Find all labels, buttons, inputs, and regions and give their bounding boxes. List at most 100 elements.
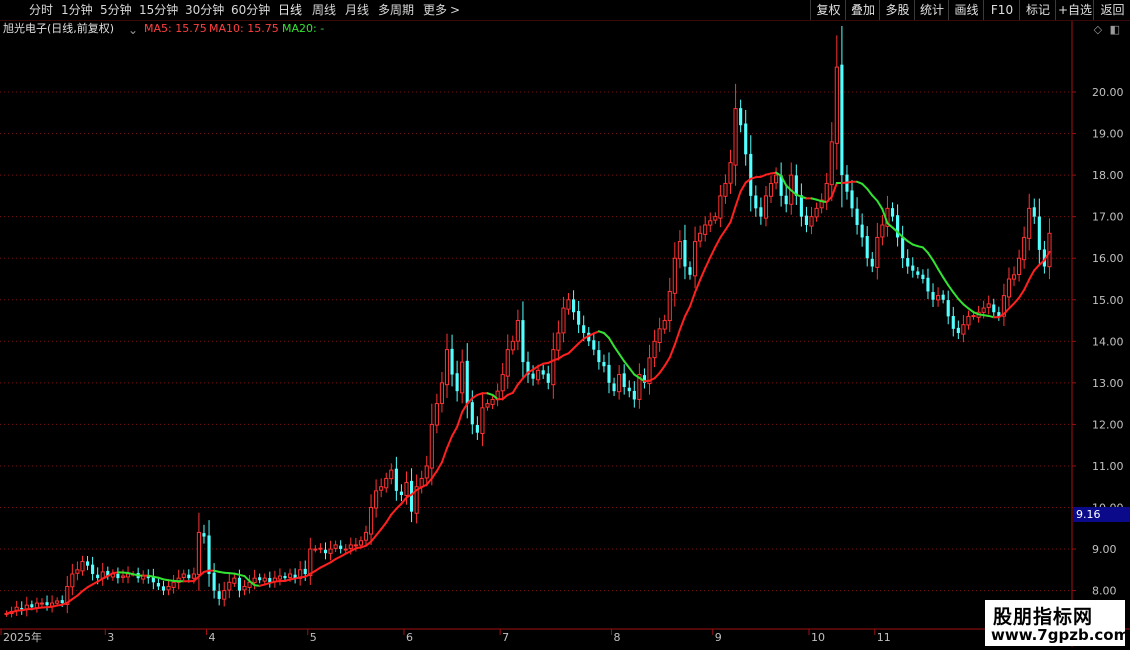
tab-5min[interactable]: 5分钟	[100, 0, 132, 20]
candle-body	[733, 108, 738, 166]
candle-body	[470, 402, 474, 425]
candle-body	[860, 224, 864, 238]
candle-body	[531, 373, 535, 379]
ma-segment	[385, 513, 393, 524]
candle-body	[515, 320, 520, 342]
tab-more[interactable]: 更多	[423, 0, 447, 20]
x-tick-label: 2025年	[3, 630, 42, 644]
tab-15min[interactable]: 15分钟	[139, 0, 178, 20]
ma-segment	[456, 410, 464, 428]
candle-body	[875, 236, 880, 268]
ma-segment	[440, 447, 448, 464]
candle-body	[612, 383, 616, 392]
ma-segment	[390, 507, 398, 516]
candle-body	[303, 568, 307, 574]
candle-body	[577, 311, 581, 325]
ma-segment	[709, 245, 717, 259]
ma-segment	[876, 199, 884, 211]
candle-body	[232, 577, 237, 584]
candle-body	[865, 235, 869, 259]
candle-body	[890, 208, 895, 217]
candle-body	[318, 547, 323, 550]
add-watchlist-button[interactable]: +自选	[1055, 0, 1094, 20]
candle-body	[181, 573, 186, 578]
candle-body	[368, 507, 374, 535]
candle-body	[384, 477, 389, 489]
candle-body	[125, 573, 131, 578]
candle-body	[667, 290, 672, 322]
candle-body	[1011, 274, 1017, 280]
mark-button[interactable]: 标记	[1019, 0, 1056, 20]
candle-body	[551, 349, 556, 386]
ma-segment	[516, 377, 524, 386]
x-tick-label: 8	[614, 631, 621, 644]
tab-intraday[interactable]: 分时	[29, 0, 53, 20]
ma-segment	[673, 328, 681, 346]
candlestick-chart[interactable]: 20.00 19.00 18.00 17.00 16.00 15.00 14.00 13.00…	[0, 0, 1130, 650]
ma-segment	[577, 337, 585, 345]
tab-1min[interactable]: 1分钟	[61, 0, 93, 20]
candle-body	[444, 349, 450, 386]
candle-body	[485, 403, 490, 408]
overlay-button[interactable]: 叠加	[845, 0, 880, 20]
ma-segment	[445, 435, 454, 450]
candle-body	[227, 581, 232, 591]
candle-body	[339, 545, 343, 550]
candle-body	[961, 324, 966, 335]
candle-body	[966, 315, 971, 326]
candle-body	[688, 267, 692, 275]
ma-segment	[739, 181, 747, 193]
watermark-url: www.7gpzb.com	[991, 626, 1130, 644]
diamond-icon[interactable]: ◇	[1094, 23, 1102, 36]
candle-body	[156, 583, 160, 587]
candle-body	[850, 190, 854, 209]
candle-body	[217, 591, 221, 599]
candle-body	[931, 292, 935, 300]
candle-body	[439, 382, 445, 404]
candle-body	[754, 195, 758, 209]
panel-toggle-icon[interactable]: ◧	[1110, 23, 1120, 36]
candle-body	[986, 303, 991, 308]
back-button[interactable]: 返回	[1093, 0, 1130, 20]
ma-segment	[375, 528, 383, 537]
tab-monthly[interactable]: 月线	[345, 0, 369, 20]
chevron-down-icon[interactable]: ⌄	[128, 22, 138, 38]
y-tick-label: 20.00	[1092, 86, 1124, 99]
multi-stock-button[interactable]: 多股	[879, 0, 915, 20]
tab-60min[interactable]: 60分钟	[231, 0, 270, 20]
tab-daily[interactable]: 日线	[278, 0, 302, 20]
candle-body	[308, 548, 313, 577]
candle-body	[739, 108, 743, 126]
candle-body	[30, 604, 34, 608]
candle-body	[196, 531, 201, 575]
statistics-button[interactable]: 统计	[914, 0, 949, 20]
draw-line-button[interactable]: 画线	[948, 0, 984, 20]
candle-body	[992, 304, 996, 313]
candle-body	[510, 340, 515, 351]
candle-body	[424, 465, 429, 479]
tab-30min[interactable]: 30分钟	[185, 0, 224, 20]
candle-body	[116, 573, 120, 579]
candle-body	[1022, 236, 1027, 261]
candle-body	[956, 327, 960, 333]
f10-button[interactable]: F10	[983, 0, 1020, 20]
chevron-right-icon[interactable]: >	[450, 0, 460, 20]
stock-title[interactable]: 旭光电子(日线,前复权)	[3, 21, 114, 37]
candle-body	[70, 573, 75, 588]
candle-body	[60, 600, 64, 604]
ma-segment	[683, 305, 692, 318]
candle-body	[429, 423, 434, 469]
ma-segment	[871, 194, 879, 202]
restore-rights-button[interactable]: 复权	[810, 0, 846, 20]
ma-segment	[511, 383, 519, 394]
candle-body	[389, 469, 394, 480]
tab-weekly[interactable]: 周线	[312, 0, 336, 20]
tab-multi-period[interactable]: 多周期	[378, 0, 414, 20]
candle-body	[556, 332, 561, 351]
candle-body	[222, 590, 227, 600]
ma-segment	[668, 343, 676, 359]
candle-body	[91, 564, 95, 574]
candle-body	[728, 162, 733, 184]
y-tick-label: 17.00	[1092, 211, 1124, 224]
candle-body	[855, 208, 859, 225]
